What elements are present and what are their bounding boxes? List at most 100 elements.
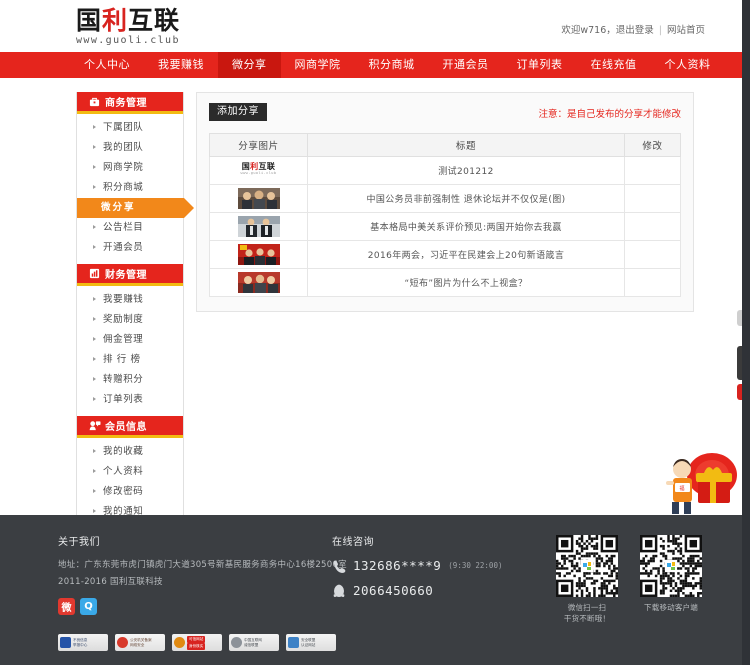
table-row[interactable]: 国利互联 www.guoli.club 测试201212 (209, 156, 681, 185)
footer-address: 地址：广东东莞市虎门镇虎门大道305号新基民服务商务中心16楼2506室 (58, 560, 347, 570)
qr-code-icon-0 (556, 535, 618, 597)
sidebar-item-label: 奖励制度 (103, 314, 144, 325)
nav-item-7[interactable]: 在线充值 (577, 52, 651, 78)
photo-thumb-3 (237, 244, 280, 265)
mascot-decoration: 福 (660, 445, 740, 517)
header-edit: 修改 (624, 133, 681, 157)
cert-badge-text-1: 公安机关备案 网络安全 (130, 638, 152, 648)
nav-item-8[interactable]: 个人资料 (651, 52, 725, 78)
sidebar-item-0-6[interactable]: 开通会员 (77, 238, 183, 258)
sidebar-item-label: 公告栏目 (103, 222, 144, 233)
nav-item-6[interactable]: 订单列表 (503, 52, 577, 78)
cert-badge-text2-4: 认证网站 (301, 642, 316, 647)
cert-badge-3[interactable]: 中国互联网 诚信联盟 (229, 634, 279, 651)
photo-thumb-2 (237, 216, 280, 237)
sidebar-item-label: 转赠积分 (103, 374, 144, 385)
cert-badge-0[interactable]: 不良信息 举报中心 (58, 634, 108, 651)
sidebar-item-2-0[interactable]: 我的收藏 (77, 442, 183, 462)
table-row[interactable]: 中国公务员非前强制性 退休论坛并不仅仅是(图) (209, 184, 681, 213)
sidebar-item-0-4[interactable]: 微分享 (77, 198, 194, 218)
qq-icon[interactable]: Q (80, 598, 97, 615)
footer-qr-column: 微信扫一扫 干货不断哦！ 下载移动客户端 (556, 535, 702, 624)
cell-thumbnail (209, 240, 308, 269)
sidebar-item-label: 我的收藏 (103, 446, 144, 457)
cert-badge-mark-icon-4 (288, 637, 299, 648)
cert-badge-mark-icon-3 (231, 637, 242, 648)
bullet-arrow-icon (93, 125, 96, 129)
cell-title[interactable]: 测试201212 (307, 156, 625, 185)
sidebar-item-1-3[interactable]: 排 行 榜 (77, 350, 183, 370)
cell-thumbnail (209, 184, 308, 213)
site-logo[interactable]: 国利互联 www.guoli.club (76, 8, 180, 46)
share-table: 分享图片 标题 修改 国利互联 www.guoli.club 测试201212 中国公… (209, 133, 681, 297)
nav-item-4[interactable]: 积分商城 (355, 52, 429, 78)
cert-badge-text1-0: 不良信息 (73, 637, 88, 642)
nav-item-5[interactable]: 开通会员 (429, 52, 503, 78)
sidebar-section-header-1: 财务管理 (77, 264, 183, 286)
cell-edit[interactable] (624, 212, 681, 241)
nav-item-0[interactable]: 个人中心 (70, 52, 144, 78)
cert-badge-1[interactable]: 公安机关备案 网络安全 (115, 634, 165, 651)
sidebar-item-1-2[interactable]: 佣金管理 (77, 330, 183, 350)
cert-badge-4[interactable]: 安全联盟 认证网站 (286, 634, 336, 651)
main-panel: 添加分享 注意：是自己发布的分享才能修改 分享图片 标题 修改 国利互联 www.… (196, 92, 694, 312)
table-row[interactable]: 基本格局中美关系评价预见:两国开始你去我赢 (209, 212, 681, 241)
cert-badge-mark-icon-2 (174, 637, 185, 648)
cell-title[interactable]: 中国公务员非前强制性 退休论坛并不仅仅是(图) (307, 184, 625, 213)
sidebar-item-label: 下属团队 (103, 122, 144, 133)
cell-title[interactable]: 基本格局中美关系评价预见:两国开始你去我赢 (307, 212, 625, 241)
weibo-icon[interactable]: 微 (58, 598, 75, 615)
bullet-arrow-icon (93, 357, 96, 361)
cert-badge-text1-2: 可信网站 (187, 635, 206, 643)
link-separator: | (658, 25, 662, 36)
footer-about-column: 关于我们 地址：广东东莞市虎门镇虎门大道305号新基民服务商务中心16楼2506… (58, 533, 347, 615)
cell-edit[interactable] (624, 240, 681, 269)
cert-badge-text-4: 安全联盟 认证网站 (301, 638, 315, 648)
table-row[interactable]: 2016年两会，习近平在民建会上20句新语箴言 (209, 240, 681, 269)
bullet-arrow-icon (93, 297, 96, 301)
photo-thumb-4 (237, 272, 280, 293)
table-row[interactable]: “短布”图片为什么不上视盒？ (209, 268, 681, 297)
cert-badge-mark-icon-0 (60, 637, 71, 648)
nav-item-1[interactable]: 我要赚钱 (144, 52, 218, 78)
cert-badge-text2-2: 身份核实 (187, 642, 206, 650)
bullet-arrow-icon (93, 145, 96, 149)
sidebar-item-0-2[interactable]: 网商学院 (77, 158, 183, 178)
sidebar-item-0-3[interactable]: 积分商城 (77, 178, 183, 198)
homepage-link[interactable]: 网站首页 (667, 25, 705, 36)
sidebar-item-2-1[interactable]: 个人资料 (77, 462, 183, 482)
nav-item-3[interactable]: 网商学院 (281, 52, 355, 78)
sidebar-item-label: 订单列表 (103, 394, 144, 405)
sidebar-item-1-4[interactable]: 转赠积分 (77, 370, 183, 390)
sidebar-item-0-5[interactable]: 公告栏目 (77, 218, 183, 238)
cell-edit[interactable] (624, 184, 681, 213)
qq-number: 2066450660 (353, 583, 434, 598)
cell-edit[interactable] (624, 268, 681, 297)
sidebar-item-0-0[interactable]: 下属团队 (77, 118, 183, 138)
add-share-button[interactable]: 添加分享 (209, 103, 267, 121)
sidebar-item-1-0[interactable]: 我要赚钱 (77, 290, 183, 310)
footer-socials: 微 Q (58, 598, 328, 615)
cell-title[interactable]: 2016年两会，习近平在民建会上20句新语箴言 (307, 240, 625, 269)
content-area: 商务管理 下属团队 我的团队 网商学院 积分商城 微分享 公告栏目 开通会员 财务管理 我要赚钱奖… (0, 78, 750, 549)
logo-domain: www.guoli.club (76, 35, 180, 46)
bullet-arrow-icon (93, 469, 96, 473)
cert-badge-2[interactable]: 可信网站 身份核实 (172, 634, 222, 651)
bullet-arrow-icon (93, 225, 96, 229)
nav-item-2[interactable]: 微分享 (218, 52, 281, 78)
cell-edit[interactable] (624, 156, 681, 185)
sidebar-item-label: 微分享 (101, 202, 136, 213)
sidebar-item-1-1[interactable]: 奖励制度 (77, 310, 183, 330)
page-root: 国利互联 www.guoli.club 欢迎w716，退出登录 | 网站首页 个人中… (0, 0, 750, 665)
footer-contact-title: 在线咨询 (332, 537, 374, 548)
cell-title[interactable]: “短布”图片为什么不上视盒？ (307, 268, 625, 297)
phone-icon (332, 559, 346, 573)
cert-badge-text1-3: 中国互联网 (244, 637, 262, 642)
logout-link[interactable]: 退出登录 (616, 25, 654, 36)
sidebar-item-0-1[interactable]: 我的团队 (77, 138, 183, 158)
footer-qq-row: 2066450660 (332, 583, 502, 598)
edit-notice: 注意：是自己发布的分享才能修改 (538, 109, 681, 120)
sidebar-item-1-5[interactable]: 订单列表 (77, 390, 183, 410)
svg-text:福: 福 (679, 485, 684, 492)
sidebar-item-2-2[interactable]: 修改密码 (77, 482, 183, 502)
